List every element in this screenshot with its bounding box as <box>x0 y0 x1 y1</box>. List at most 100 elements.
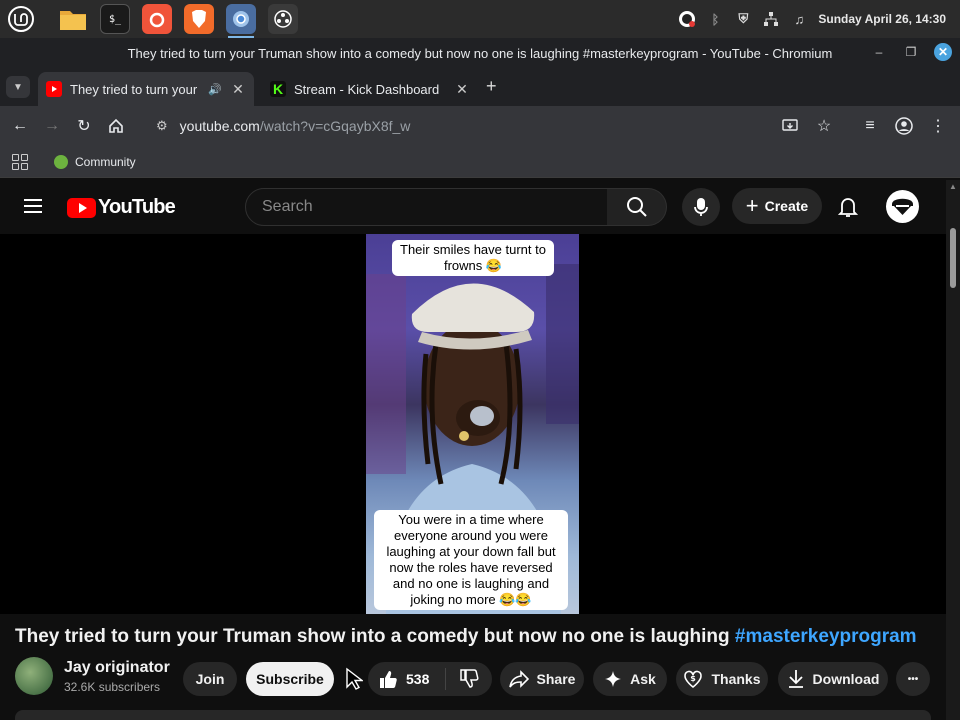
caption-bottom: You were in a time where everyone around… <box>374 510 568 610</box>
orange-browser-icon[interactable] <box>142 4 172 34</box>
scroll-up-arrow-icon[interactable]: ▲ <box>949 182 957 191</box>
ask-label: Ask <box>630 671 656 687</box>
tab-search-chevron-icon[interactable]: ▼ <box>6 76 30 98</box>
terminal-icon-label: $_ <box>108 13 122 25</box>
media-queue-icon[interactable]: ≡ <box>854 110 886 142</box>
tab-strip: ▼ They tried to turn your Truman show 🔊 … <box>0 68 960 106</box>
youtube-favicon-icon <box>46 81 62 97</box>
clock[interactable]: Sunday April 26, 14:30 <box>818 12 946 26</box>
video-title-text: They tried to turn your Truman show into… <box>15 626 735 647</box>
youtube-logo[interactable]: YouTube <box>67 196 176 219</box>
download-arrow-icon <box>788 670 803 688</box>
scroll-thumb[interactable] <box>950 228 956 288</box>
address-bar[interactable]: ⚙ youtube.com/watch?v=cGqaybX8f_w <box>146 110 846 142</box>
search-input[interactable]: Search <box>245 188 608 226</box>
youtube-play-logo-icon <box>67 197 96 218</box>
share-button[interactable]: Share <box>500 662 584 696</box>
forward-arrow-icon[interactable]: → <box>36 110 68 142</box>
share-label: Share <box>536 671 576 687</box>
video-frame[interactable]: Their smiles have turnt to frowns 😂 You … <box>366 234 579 614</box>
bookmark-star-icon[interactable]: ☆ <box>808 110 840 142</box>
close-window-button[interactable]: ✕ <box>934 43 952 61</box>
kebab-menu-icon[interactable]: ⋮ <box>922 110 954 142</box>
bookmarks-bar: Community <box>0 146 960 178</box>
tab-youtube[interactable]: They tried to turn your Truman show 🔊 ✕ <box>38 72 254 106</box>
create-label: Create <box>764 198 809 214</box>
music-note-icon[interactable]: ♫ <box>790 10 808 28</box>
plus-icon: + <box>745 193 759 218</box>
tab-kick-dashboard[interactable]: K Stream - Kick Dashboard ✕ <box>262 72 478 106</box>
network-icon[interactable] <box>762 10 780 28</box>
search-placeholder: Search <box>262 198 313 215</box>
thumbs-down-icon <box>460 669 479 688</box>
terminal-icon[interactable]: $_ <box>100 4 130 34</box>
svg-text:$: $ <box>691 674 697 683</box>
url-host: youtube.com <box>179 118 260 134</box>
account-avatar[interactable] <box>886 190 919 223</box>
chromium-icon[interactable] <box>226 4 256 38</box>
download-button[interactable]: Download <box>778 662 888 696</box>
system-tray: ᛒ ⛨ ♫ Sunday April 26, 14:30 <box>678 0 946 38</box>
join-button[interactable]: Join <box>183 662 237 696</box>
description-box-edge[interactable] <box>15 710 931 720</box>
thanks-button[interactable]: $ Thanks <box>676 662 768 696</box>
hashtag-link[interactable]: #masterkeyprogram <box>735 626 917 647</box>
community-favicon-icon <box>54 154 68 169</box>
subscribe-button[interactable]: Subscribe <box>246 662 334 696</box>
search-icon <box>626 197 647 217</box>
voice-search-mic-icon[interactable] <box>682 188 720 226</box>
youtube-header: YouTube Search + Create <box>0 180 946 234</box>
shield-update-icon[interactable]: ⛨ <box>734 10 752 28</box>
maximize-button[interactable]: ❐ <box>902 43 920 61</box>
channel-avatar[interactable] <box>15 657 53 695</box>
brave-browser-icon[interactable] <box>184 4 214 34</box>
subscriber-count: 32.6K subscribers <box>64 679 161 694</box>
apps-grid-icon[interactable] <box>12 153 28 170</box>
bookmark-label: Community <box>75 154 136 169</box>
like-button[interactable]: 538 <box>368 668 446 690</box>
url-path: /watch?v=cGqaybX8f_w <box>259 118 411 134</box>
minimize-button[interactable]: – <box>870 43 888 61</box>
hamburger-menu-icon[interactable] <box>24 199 42 213</box>
channel-name[interactable]: Jay originator <box>64 659 170 677</box>
search-button[interactable] <box>607 188 667 226</box>
home-icon[interactable] <box>100 110 132 142</box>
notifications-bell-icon[interactable] <box>836 194 860 220</box>
share-arrow-icon <box>508 670 529 688</box>
thumbs-up-icon <box>380 671 397 688</box>
tab-title: They tried to turn your Truman show <box>70 81 200 97</box>
close-tab-icon[interactable]: ✕ <box>230 81 246 98</box>
create-button[interactable]: + Create <box>732 188 822 224</box>
tab-title: Stream - Kick Dashboard <box>294 81 440 97</box>
speaker-audio-icon[interactable]: 🔊 <box>208 83 222 96</box>
page-scrollbar[interactable]: ▲ <box>946 180 960 720</box>
new-tab-plus-icon[interactable]: + <box>486 76 497 97</box>
sparkle-icon <box>605 671 622 687</box>
dislike-button[interactable] <box>446 669 492 689</box>
youtube-logo-text: YouTube <box>98 196 176 218</box>
obs-tray-icon[interactable] <box>678 10 696 28</box>
browser-toolbar: ← → ↻ ⚙ youtube.com/watch?v=cGqaybX8f_w … <box>0 106 960 146</box>
join-label: Join <box>195 671 225 687</box>
profile-icon[interactable] <box>888 110 920 142</box>
channel-owner: Jay originator 32.6K subscribers <box>15 657 170 695</box>
download-label: Download <box>812 671 880 687</box>
caption-top: Their smiles have turnt to frowns 😂 <box>392 240 554 276</box>
ask-button[interactable]: Ask <box>593 662 667 696</box>
close-tab-icon[interactable]: ✕ <box>454 81 470 98</box>
video-player[interactable]: Their smiles have turnt to frowns 😂 You … <box>0 234 946 614</box>
site-settings-tune-icon[interactable]: ⚙ <box>156 118 168 134</box>
mouse-cursor-icon <box>346 667 363 690</box>
more-actions-button[interactable]: ••• <box>896 662 930 696</box>
like-count: 538 <box>406 671 430 687</box>
obs-icon[interactable] <box>268 4 298 34</box>
install-app-icon[interactable] <box>774 110 806 142</box>
bookmark-community[interactable]: Community <box>54 154 136 169</box>
back-arrow-icon[interactable]: ← <box>4 110 36 142</box>
bluetooth-icon[interactable]: ᛒ <box>706 10 724 28</box>
reload-icon[interactable]: ↻ <box>68 110 100 142</box>
files-folder-icon[interactable] <box>58 4 88 34</box>
linux-mint-menu-icon[interactable] <box>6 4 36 34</box>
video-title: They tried to turn your Truman show into… <box>15 626 945 648</box>
super-thanks-heart-icon: $ <box>684 670 703 689</box>
